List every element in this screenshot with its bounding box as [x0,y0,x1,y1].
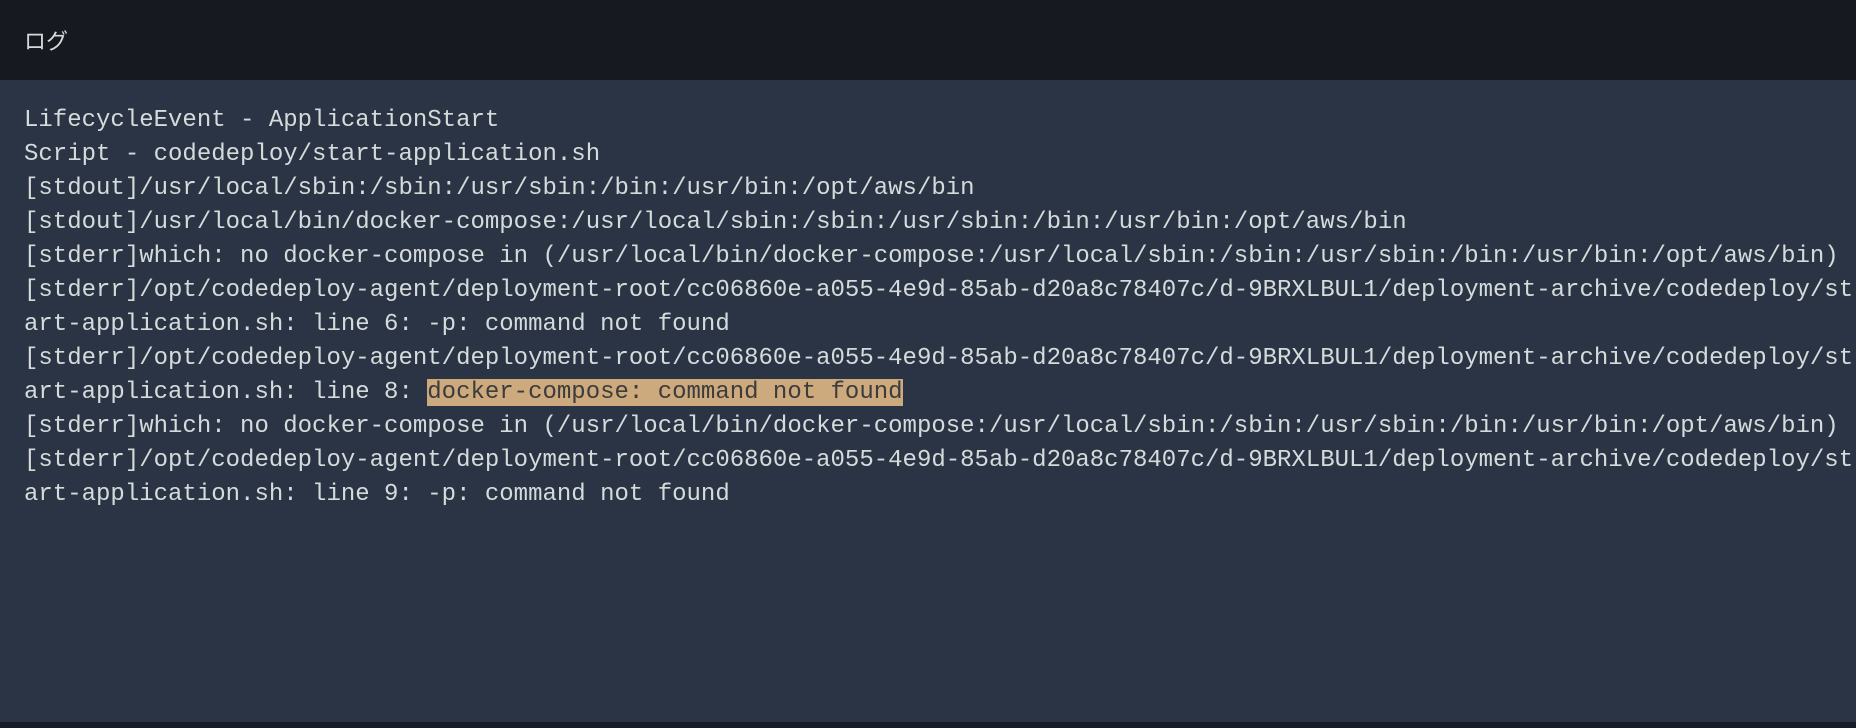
log-body: LifecycleEvent - ApplicationStart Script… [0,80,1856,722]
log-line: [stdout]/usr/local/bin/docker-compose:/u… [24,209,1407,236]
log-line: Script - codedeploy/start-application.sh [24,141,600,168]
log-header-title: ログ [24,29,68,54]
log-line-prefix: [stderr]/opt/codedeploy-agent/deployment… [24,345,1853,406]
log-line: LifecycleEvent - ApplicationStart [24,107,499,134]
log-line: [stderr]/opt/codedeploy-agent/deployment… [24,277,1853,338]
log-highlight[interactable]: docker-compose: command not found [427,379,902,406]
log-header: ログ [0,0,1856,80]
log-line: [stderr]/opt/codedeploy-agent/deployment… [24,447,1853,508]
log-line: [stderr]which: no docker-compose in (/us… [24,243,1839,270]
log-content[interactable]: LifecycleEvent - ApplicationStart Script… [24,104,1856,512]
log-line: [stdout]/usr/local/sbin:/sbin:/usr/sbin:… [24,175,975,202]
log-line: [stderr]which: no docker-compose in (/us… [24,413,1839,440]
